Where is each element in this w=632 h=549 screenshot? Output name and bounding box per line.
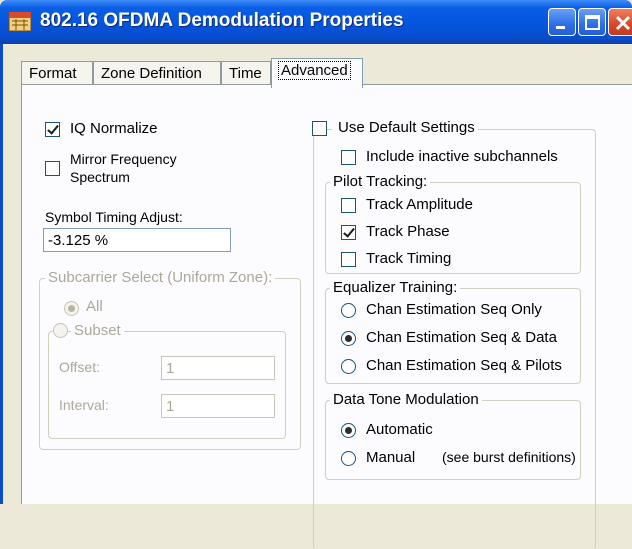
subset-label: Subset [71,322,124,339]
interval-input[interactable]: 1 [161,394,275,418]
manual-radio[interactable] [341,451,356,466]
manual-label: Manual [366,449,416,466]
offset-input[interactable]: 1 [161,356,275,380]
subset-radio[interactable] [53,323,68,338]
chan-est-seq-data-label: Chan Estimation Seq & Data [366,329,557,346]
use-default-settings-label: Use Default Settings [332,119,478,136]
track-phase-checkbox[interactable] [341,225,356,240]
tab-label: Advanced [278,61,351,80]
chan-est-seq-only-label: Chan Estimation Seq Only [366,301,542,318]
chan-est-seq-only-radio[interactable] [341,303,356,318]
close-button[interactable] [608,8,632,36]
advanced-panel: IQ Normalize Mirror Frequency Spectrum S… [21,84,632,549]
include-inactive-label: Include inactive subchannels [366,148,558,165]
track-timing-checkbox[interactable] [341,252,356,267]
tab-advanced[interactable]: Advanced [271,58,363,88]
pilot-tracking-group: Pilot Tracking: Track Amplitude Track Ph… [325,173,581,274]
all-radio[interactable] [64,301,79,316]
track-timing-label: Track Timing [366,250,452,267]
automatic-label: Automatic [366,421,433,438]
interval-label: Interval: [59,397,109,413]
symbol-timing-input[interactable]: -3.125 % [43,228,231,252]
symbol-timing-label: Symbol Timing Adjust: [45,209,183,225]
subset-group: Subset Offset: 1 Interval: 1 [48,322,286,439]
mirror-frequency-checkbox[interactable] [45,161,60,176]
default-settings-group: Use Default Settings Include inactive su… [312,119,596,549]
chan-est-seq-pilots-radio[interactable] [341,359,356,374]
minimize-button[interactable] [548,8,576,36]
equalizer-training-legend: Equalizer Training: [330,279,461,296]
equalizer-training-group: Equalizer Training: Chan Estimation Seq … [325,279,581,384]
iq-normalize-checkbox[interactable] [45,122,60,137]
track-amplitude-checkbox[interactable] [341,198,356,213]
tab-label: Zone Definition [101,65,202,82]
mirror-frequency-label-line1: Mirror Frequency [70,151,177,167]
use-default-settings-checkbox[interactable] [312,121,327,136]
offset-label: Offset: [59,359,100,375]
maximize-button[interactable] [578,8,606,36]
include-inactive-checkbox[interactable] [341,150,356,165]
tab-time[interactable]: Time [221,61,271,85]
chan-est-seq-data-radio[interactable] [341,331,356,346]
automatic-radio[interactable] [341,423,356,438]
tab-label: Time [229,65,262,82]
manual-note: (see burst definitions) [442,449,576,465]
tab-zone-definition[interactable]: Zone Definition [93,61,221,85]
window-title: 802.16 OFDMA Demodulation Properties [40,10,404,31]
subcarrier-select-legend: Subcarrier Select (Uniform Zone): [45,269,276,286]
track-amplitude-label: Track Amplitude [366,196,473,213]
tab-label: Format [29,65,77,82]
data-tone-modulation-group: Data Tone Modulation Automatic Manual (s… [325,391,581,480]
pilot-tracking-legend: Pilot Tracking: [330,173,431,190]
all-label: All [86,298,103,315]
data-tone-modulation-legend: Data Tone Modulation [330,391,482,408]
subcarrier-select-group: Subcarrier Select (Uniform Zone): All Su… [39,269,301,450]
track-phase-label: Track Phase [366,223,450,240]
title-bar[interactable]: 802.16 OFDMA Demodulation Properties [0,0,632,44]
iq-normalize-label: IQ Normalize [70,120,158,137]
dialog-body: Format Zone Definition Time Advanced IQ … [0,44,632,549]
app-icon [8,9,32,33]
tab-format[interactable]: Format [21,61,93,85]
mirror-frequency-label-line2: Spectrum [70,169,130,185]
chan-est-seq-pilots-label: Chan Estimation Seq & Pilots [366,357,562,374]
